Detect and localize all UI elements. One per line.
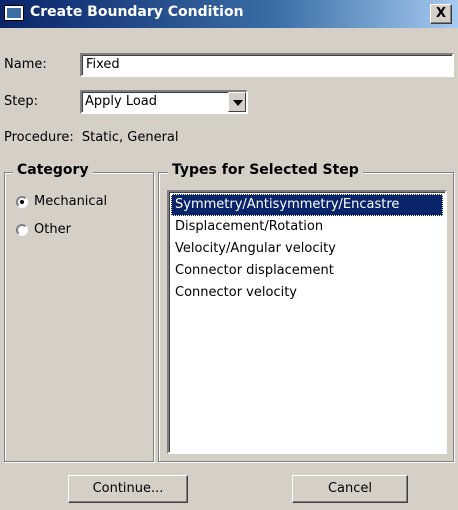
list-item-displacement[interactable]: Displacement/Rotation (171, 216, 443, 238)
radio-other-label: Other (34, 222, 71, 237)
radio-mechanical-label: Mechanical (34, 194, 108, 209)
radio-other-icon[interactable] (16, 223, 28, 236)
step-select-value: Apply Load (85, 94, 158, 109)
close-button[interactable]: X (430, 4, 452, 24)
chevron-down-icon[interactable] (228, 92, 246, 112)
cancel-button[interactable]: Cancel (292, 475, 408, 503)
radio-other[interactable]: Other (16, 222, 71, 237)
dialog-title: Create Boundary Condition (30, 4, 244, 20)
types-listbox[interactable]: Symmetry/Antisymmetry/Encastre Displacem… (167, 190, 447, 454)
continue-button[interactable]: Continue... (68, 475, 188, 503)
list-item-connector-displacement[interactable]: Connector displacement (171, 260, 443, 282)
name-label: Name: (4, 57, 47, 72)
list-item-symmetry[interactable]: Symmetry/Antisymmetry/Encastre (171, 194, 443, 216)
window-icon (4, 5, 24, 21)
radio-mechanical-icon[interactable] (16, 195, 28, 208)
procedure-label: Procedure: Static, General (4, 130, 179, 145)
list-item-connector-velocity[interactable]: Connector velocity (171, 282, 443, 304)
title-bar[interactable]: Create Boundary Condition X (0, 0, 458, 28)
radio-mechanical[interactable]: Mechanical (16, 194, 107, 209)
step-label: Step: (4, 94, 38, 109)
procedure-label-text: Procedure: (4, 130, 74, 145)
name-field[interactable]: Fixed (80, 53, 454, 77)
category-title: Category (13, 162, 93, 178)
step-select[interactable]: Apply Load (80, 90, 248, 114)
types-title: Types for Selected Step (168, 162, 363, 178)
procedure-value: Static, General (81, 130, 179, 145)
category-group (4, 172, 154, 462)
list-item-velocity[interactable]: Velocity/Angular velocity (171, 238, 443, 260)
